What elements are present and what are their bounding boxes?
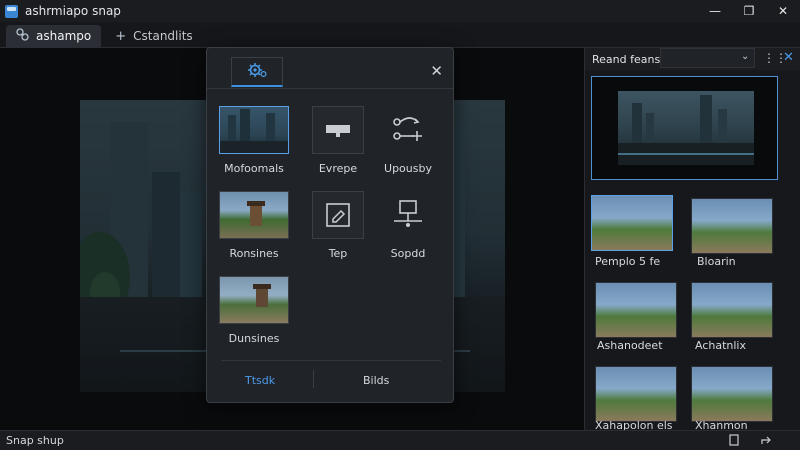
thumbnail-label: Bloarin	[697, 255, 736, 268]
workflow-icon	[382, 106, 434, 154]
thumbnail-label: Pemplo 5 fe	[595, 255, 661, 268]
panel-title: Reand feans	[592, 52, 661, 66]
tile-upousby[interactable]: Upousby	[373, 106, 443, 175]
divider	[207, 88, 453, 89]
minimize-button[interactable]: —	[698, 0, 732, 22]
flag-icon	[312, 106, 364, 154]
tab-new[interactable]: + Cstandlits	[105, 25, 202, 47]
tile-label: Ronsines	[229, 247, 279, 260]
close-window-button[interactable]: ✕	[766, 0, 800, 22]
tab-label: ashampo	[36, 29, 92, 43]
settings-tab[interactable]	[231, 57, 283, 87]
footer-tab-right[interactable]: Bilds	[363, 374, 389, 387]
tile-ronsines[interactable]: Ronsines	[219, 191, 289, 260]
tab-label: Cstandlits	[133, 29, 193, 43]
tile-label: Upousby	[384, 162, 432, 175]
window-controls: — ❐ ✕	[698, 0, 800, 22]
right-panel: Reand feans ⌄ ⋮⋮ ✕ Pemplo 5 fe Bloarin A…	[584, 48, 800, 432]
tile-label: Sopdd	[390, 247, 426, 260]
tab-ashampo[interactable]: ashampo	[6, 25, 102, 47]
tile-label: Evrepe	[318, 162, 358, 175]
title-bar: ashrmiapo snap — ❐ ✕	[0, 0, 800, 22]
copy-icon[interactable]	[728, 434, 740, 449]
tile-label: Dunsines	[228, 332, 280, 345]
panel-header: Reand feans ⌄ ⋮⋮ ✕	[585, 48, 800, 70]
thumbnail-label: Ashanodeet	[597, 339, 663, 352]
window-title: ashrmiapo snap	[25, 4, 121, 18]
divider	[221, 360, 441, 361]
tile-dunsines[interactable]: Dunsines	[219, 276, 289, 345]
network-icon	[382, 191, 434, 239]
gallery-thumbnail[interactable]	[691, 282, 773, 338]
effects-dialog: ✕ Mofoomals Evrepe Upousby Ronsines Tep …	[206, 47, 454, 403]
footer-tab-left[interactable]: Ttsdk	[245, 374, 275, 387]
gallery-thumbnail[interactable]	[691, 198, 773, 254]
share-icon[interactable]	[760, 434, 774, 449]
chevron-down-icon[interactable]: ⌄	[741, 51, 749, 62]
plus-icon: +	[115, 28, 127, 44]
gallery-thumbnail[interactable]	[691, 366, 773, 422]
city-thumbnail	[219, 106, 289, 154]
dialog-close-button[interactable]: ✕	[430, 62, 443, 80]
divider	[313, 370, 314, 388]
tile-label: Mofoomals	[224, 162, 284, 175]
tile-sopdd[interactable]: Sopdd	[373, 191, 443, 260]
thumbnail-label: Achatnlix	[695, 339, 746, 352]
city-preview-image	[618, 91, 754, 165]
gear-icon	[246, 61, 268, 83]
tile-mofoomals[interactable]: Mofoomals	[219, 106, 289, 175]
status-text: Snap shup	[6, 434, 64, 447]
snap-logo-icon	[16, 27, 29, 45]
gallery-thumbnail[interactable]	[595, 282, 677, 338]
tile-label: Tep	[328, 247, 348, 260]
gallery-thumbnail[interactable]	[591, 195, 673, 251]
maximize-button[interactable]: ❐	[732, 0, 766, 22]
path-thumbnail	[219, 276, 289, 324]
panel-close-button[interactable]: ✕	[783, 50, 794, 65]
park-thumbnail	[219, 191, 289, 239]
status-bar: Snap shup	[0, 430, 800, 450]
tile-evrepe[interactable]: Evrepe	[303, 106, 373, 175]
edit-frame-icon	[312, 191, 364, 239]
app-logo-icon	[5, 4, 18, 18]
gallery-thumbnail[interactable]	[595, 366, 677, 422]
tab-bar: ashampo + Cstandlits	[0, 22, 800, 48]
tile-tep[interactable]: Tep	[303, 191, 373, 260]
preview-frame[interactable]	[591, 76, 778, 180]
